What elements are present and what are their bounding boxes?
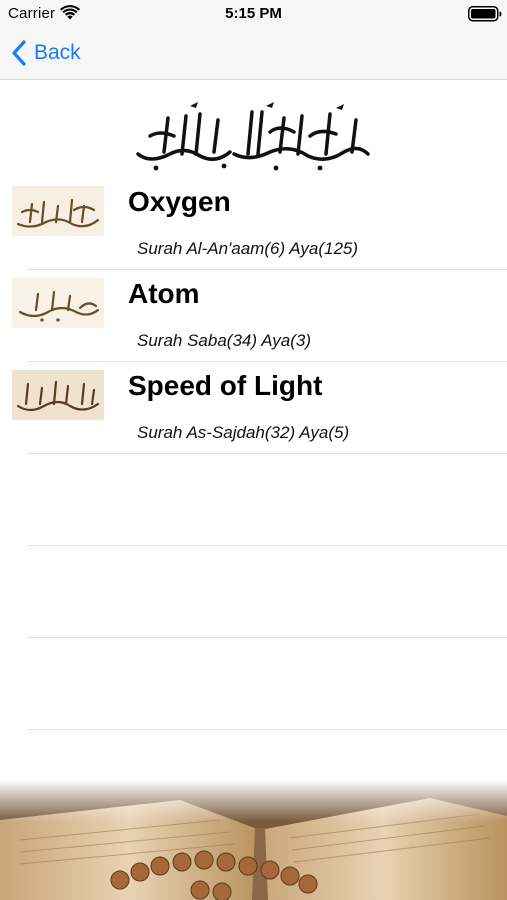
row-title: Speed of Light	[128, 370, 323, 401]
surah-al-anaam-calligraphy	[12, 186, 104, 236]
quran-and-prayer-beads-image	[0, 780, 507, 900]
empty-row	[0, 454, 507, 546]
basmala-calligraphy	[136, 102, 370, 171]
list-item[interactable]: Oxygen Surah Al-An'aam(6) Aya(125)	[0, 178, 507, 270]
surah-saba-calligraphy	[12, 278, 104, 328]
clock: 5:15 PM	[225, 5, 282, 22]
row-subtitle: Surah Al-An'aam(6) Aya(125)	[137, 239, 359, 258]
back-button[interactable]: Back	[10, 38, 81, 68]
navigation-bar: Back	[0, 28, 507, 80]
list-item[interactable]: Atom Surah Saba(34) Aya(3)	[0, 270, 507, 362]
empty-row	[0, 638, 507, 730]
battery-icon	[468, 6, 502, 22]
row-title: Oxygen	[128, 186, 231, 217]
empty-row	[0, 546, 507, 638]
row-separator	[27, 729, 507, 730]
back-label: Back	[34, 41, 81, 64]
status-bar: Carrier 5:15 PM	[0, 0, 507, 28]
list-item[interactable]: Speed of Light Surah As-Sajdah(32) Aya(5…	[0, 362, 507, 454]
row-subtitle: Surah As-Sajdah(32) Aya(5)	[137, 423, 350, 442]
topic-list: Oxygen Surah Al-An'aam(6) Aya(125) Atom …	[0, 178, 507, 730]
screen: Carrier 5:15 PM Back Oxygen Surah Al-An'…	[0, 0, 507, 900]
row-subtitle: Surah Saba(34) Aya(3)	[137, 331, 312, 350]
row-title: Atom	[128, 278, 200, 309]
surah-as-sajdah-calligraphy	[12, 370, 104, 420]
chevron-left-icon	[12, 40, 26, 66]
